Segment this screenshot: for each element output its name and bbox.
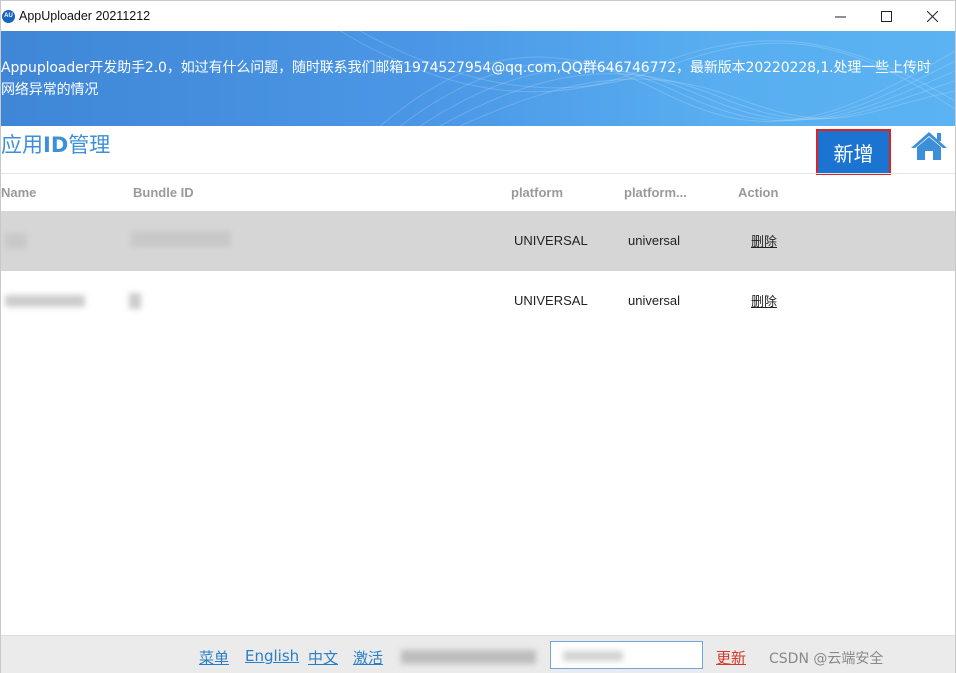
window-title: AppUploader 20211212 xyxy=(19,9,151,23)
bottom-bar: 菜单 English 中文 激活 更新 CSDN @云端安全 xyxy=(1,635,955,673)
redacted-bundle-id xyxy=(129,293,141,309)
redacted-account-info xyxy=(401,650,536,664)
close-icon xyxy=(926,10,938,22)
menu-link[interactable]: 菜单 xyxy=(199,647,229,668)
column-header-platform-2[interactable]: platform... xyxy=(624,185,687,200)
info-banner: Appuploader开发助手2.0，如过有什么问题，随时联系我们邮箱19745… xyxy=(1,31,955,126)
table-row[interactable]: UNIVERSAL universal 删除 xyxy=(1,211,955,271)
column-header-bundle-id[interactable]: Bundle ID xyxy=(133,185,194,200)
delete-link[interactable]: 删除 xyxy=(751,231,777,250)
table-row[interactable]: UNIVERSAL universal 删除 xyxy=(1,271,955,331)
maximize-icon xyxy=(880,10,892,22)
column-header-action[interactable]: Action xyxy=(738,185,778,200)
banner-line-1: Appuploader开发助手2.0，如过有什么问题，随时联系我们邮箱19745… xyxy=(1,60,931,76)
english-link[interactable]: English xyxy=(245,647,299,665)
table-header: Name Bundle ID platform platform... Acti… xyxy=(1,173,955,211)
redacted-bundle-id xyxy=(131,231,231,247)
minimize-button[interactable] xyxy=(817,1,863,31)
redacted-name xyxy=(5,233,27,249)
window-controls xyxy=(817,1,955,31)
add-app-id-button[interactable]: 新增 xyxy=(816,129,891,175)
redacted-name xyxy=(5,295,85,307)
title-bar: AU AppUploader 20211212 xyxy=(1,1,955,31)
activation-code-input[interactable] xyxy=(550,641,703,669)
column-header-name[interactable]: Name xyxy=(1,185,36,200)
delete-link[interactable]: 删除 xyxy=(751,291,777,310)
home-icon xyxy=(911,132,947,160)
chinese-link[interactable]: 中文 xyxy=(308,647,338,668)
redacted-input-value xyxy=(563,651,623,661)
page-title-suffix: 管理 xyxy=(68,133,111,157)
platform-type-cell: universal xyxy=(628,233,681,248)
app-logo-icon: AU xyxy=(2,9,15,23)
page-title: 应用ID管理 xyxy=(1,129,110,159)
minimize-icon xyxy=(834,16,846,17)
close-button[interactable] xyxy=(909,1,955,31)
platform-cell: UNIVERSAL xyxy=(514,293,588,308)
platform-cell: UNIVERSAL xyxy=(514,233,588,248)
watermark: CSDN @云端安全 xyxy=(769,651,884,667)
maximize-button[interactable] xyxy=(863,1,909,31)
page-title-prefix: 应用 xyxy=(1,133,43,157)
banner-message: Appuploader开发助手2.0，如过有什么问题，随时联系我们邮箱19745… xyxy=(1,57,955,101)
column-header-platform[interactable]: platform xyxy=(511,185,563,200)
page-title-bold: ID xyxy=(43,133,69,157)
home-button[interactable] xyxy=(909,129,949,163)
platform-type-cell: universal xyxy=(628,293,681,308)
app-window: AU AppUploader 20211212 Appuploader开发助手2… xyxy=(0,0,956,673)
update-link[interactable]: 更新 xyxy=(716,647,746,668)
banner-line-2: 网络异常的情况 xyxy=(1,82,99,98)
activate-link[interactable]: 激活 xyxy=(353,647,383,668)
